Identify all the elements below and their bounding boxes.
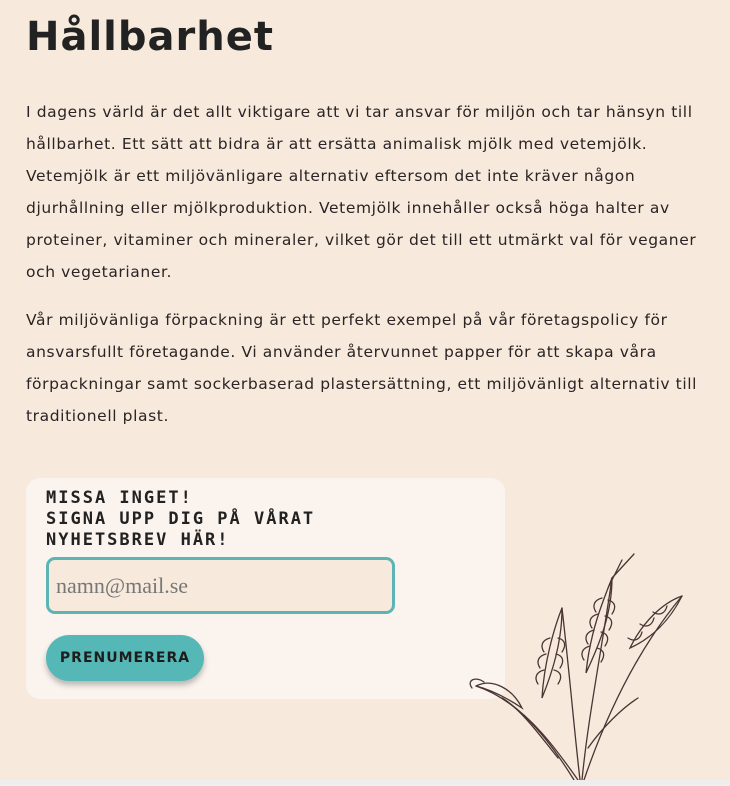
newsletter-signup-card: MISSA INGET! SIGNA UPP DIG PÅ VÅRAT NYHE…: [26, 478, 505, 699]
newsletter-heading-line: SIGNA UPP DIG PÅ VÅRAT: [46, 509, 316, 529]
page-title: Hållbarhet: [26, 14, 274, 60]
email-input[interactable]: [46, 557, 395, 614]
newsletter-heading-line: MISSA INGET!: [46, 488, 193, 508]
wheat-illustration-icon: [469, 553, 683, 780]
newsletter-heading-line: NYHETSBREV HÄR!: [46, 530, 230, 550]
subscribe-button[interactable]: PRENUMERERA: [46, 635, 204, 681]
paragraph-packaging: Vår miljövänliga förpackning är ett perf…: [26, 311, 698, 425]
paragraph-intro: I dagens värld är det allt viktigare att…: [26, 103, 697, 281]
sustainability-text: I dagens värld är det allt viktigare att…: [26, 96, 706, 448]
footer-strip: [0, 780, 730, 786]
newsletter-heading: MISSA INGET! SIGNA UPP DIG PÅ VÅRAT NYHE…: [46, 488, 315, 551]
